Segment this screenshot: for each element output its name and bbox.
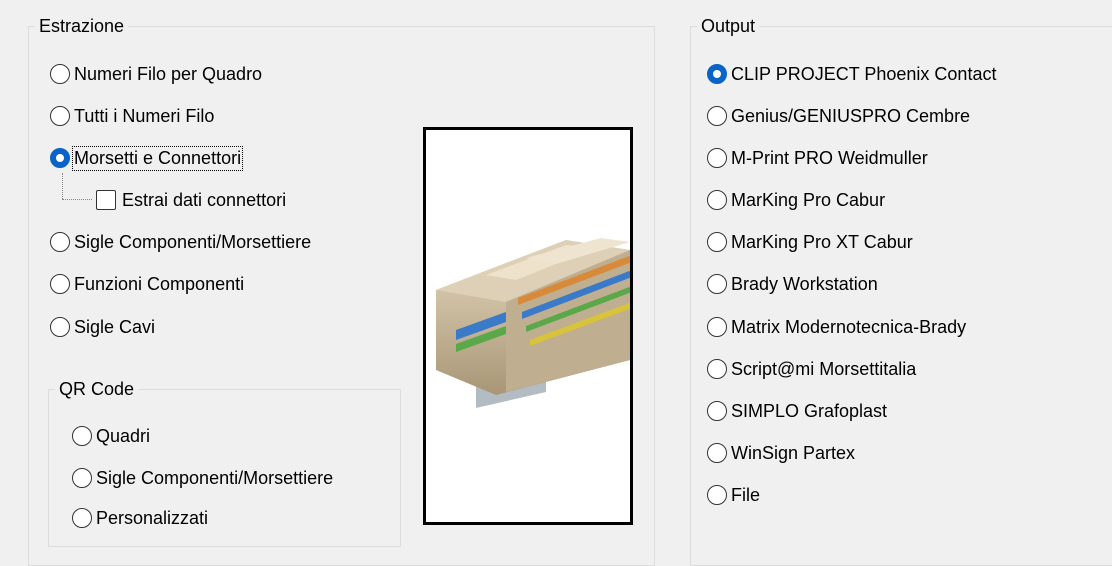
radio-indicator[interactable] [707, 401, 727, 421]
radio-label: Sigle Cavi [74, 316, 156, 337]
radio-output-scriptami[interactable]: Script@mi Morsettitalia [707, 354, 916, 384]
radio-indicator[interactable] [707, 274, 727, 294]
radio-funzioni-componenti[interactable]: Funzioni Componenti [50, 269, 244, 299]
radio-qr-quadri[interactable]: Quadri [72, 421, 150, 451]
radio-label: WinSign Partex [731, 442, 856, 463]
radio-label: Genius/GENIUSPRO Cembre [731, 105, 971, 126]
radio-label: Personalizzati [96, 507, 209, 528]
output-title: Output [697, 15, 760, 37]
radio-label: CLIP PROJECT Phoenix Contact [731, 63, 997, 84]
radio-label: File [731, 484, 761, 505]
radio-indicator[interactable] [72, 508, 92, 528]
tree-connector-line [62, 199, 92, 200]
radio-indicator[interactable] [707, 232, 727, 252]
radio-output-file[interactable]: File [707, 480, 760, 510]
radio-label: Numeri Filo per Quadro [74, 63, 263, 84]
radio-output-brady-workstation[interactable]: Brady Workstation [707, 269, 878, 299]
terminal-block-illustration [436, 238, 630, 408]
radio-indicator[interactable] [707, 148, 727, 168]
radio-numeri-filo-quadro[interactable]: Numeri Filo per Quadro [50, 59, 262, 89]
radio-tutti-numeri-filo[interactable]: Tutti i Numeri Filo [50, 101, 214, 131]
radio-label: Morsetti e Connettori [71, 145, 244, 171]
radio-label: Sigle Componenti/Morsettiere [74, 231, 312, 252]
radio-qr-personalizzati[interactable]: Personalizzati [72, 503, 208, 533]
radio-label: Sigle Componenti/Morsettiere [96, 467, 334, 488]
radio-label: SIMPLO Grafoplast [731, 400, 888, 421]
radio-indicator[interactable] [72, 426, 92, 446]
radio-indicator[interactable] [707, 443, 727, 463]
radio-sigle-componenti[interactable]: Sigle Componenti/Morsettiere [50, 227, 311, 257]
radio-indicator[interactable] [50, 106, 70, 126]
qr-code-title: QR Code [55, 378, 139, 400]
radio-indicator[interactable] [707, 106, 727, 126]
radio-indicator[interactable] [707, 190, 727, 210]
checkbox-estrai-dati-connettori[interactable]: Estrai dati connettori [96, 185, 286, 215]
terminal-block-image [423, 127, 633, 525]
radio-label: M-Print PRO Weidmuller [731, 147, 928, 168]
radio-output-marking-pro-xt[interactable]: MarKing Pro XT Cabur [707, 227, 913, 257]
radio-output-mprint[interactable]: M-Print PRO Weidmuller [707, 143, 928, 173]
radio-label: MarKing Pro XT Cabur [731, 231, 913, 252]
radio-indicator[interactable] [50, 64, 70, 84]
checkbox-indicator[interactable] [96, 190, 116, 210]
tree-connector-line [62, 173, 63, 199]
radio-indicator[interactable] [50, 232, 70, 252]
radio-label: Matrix Modernotecnica-Brady [731, 316, 967, 337]
radio-indicator-selected[interactable] [50, 148, 70, 168]
radio-output-matrix[interactable]: Matrix Modernotecnica-Brady [707, 312, 966, 342]
radio-indicator[interactable] [72, 468, 92, 488]
radio-indicator[interactable] [50, 317, 70, 337]
radio-label: Quadri [96, 425, 151, 446]
radio-qr-sigle-componenti[interactable]: Sigle Componenti/Morsettiere [72, 463, 333, 493]
radio-label: MarKing Pro Cabur [731, 189, 886, 210]
radio-indicator[interactable] [707, 359, 727, 379]
radio-label: Script@mi Morsettitalia [731, 358, 917, 379]
radio-morsetti-connettori[interactable]: Morsetti e Connettori [50, 143, 244, 173]
radio-indicator-selected[interactable] [707, 64, 727, 84]
radio-output-clip-project[interactable]: CLIP PROJECT Phoenix Contact [707, 59, 996, 89]
radio-sigle-cavi[interactable]: Sigle Cavi [50, 312, 155, 342]
radio-label: Tutti i Numeri Filo [74, 105, 215, 126]
radio-label: Brady Workstation [731, 273, 878, 294]
checkbox-label: Estrai dati connettori [122, 189, 287, 210]
radio-output-genius[interactable]: Genius/GENIUSPRO Cembre [707, 101, 970, 131]
radio-output-marking-pro[interactable]: MarKing Pro Cabur [707, 185, 885, 215]
radio-indicator[interactable] [50, 274, 70, 294]
radio-indicator[interactable] [707, 485, 727, 505]
radio-output-winsign[interactable]: WinSign Partex [707, 438, 855, 468]
radio-indicator[interactable] [707, 317, 727, 337]
extraction-title: Estrazione [35, 15, 129, 37]
radio-label: Funzioni Componenti [74, 273, 245, 294]
radio-output-simplo[interactable]: SIMPLO Grafoplast [707, 396, 887, 426]
